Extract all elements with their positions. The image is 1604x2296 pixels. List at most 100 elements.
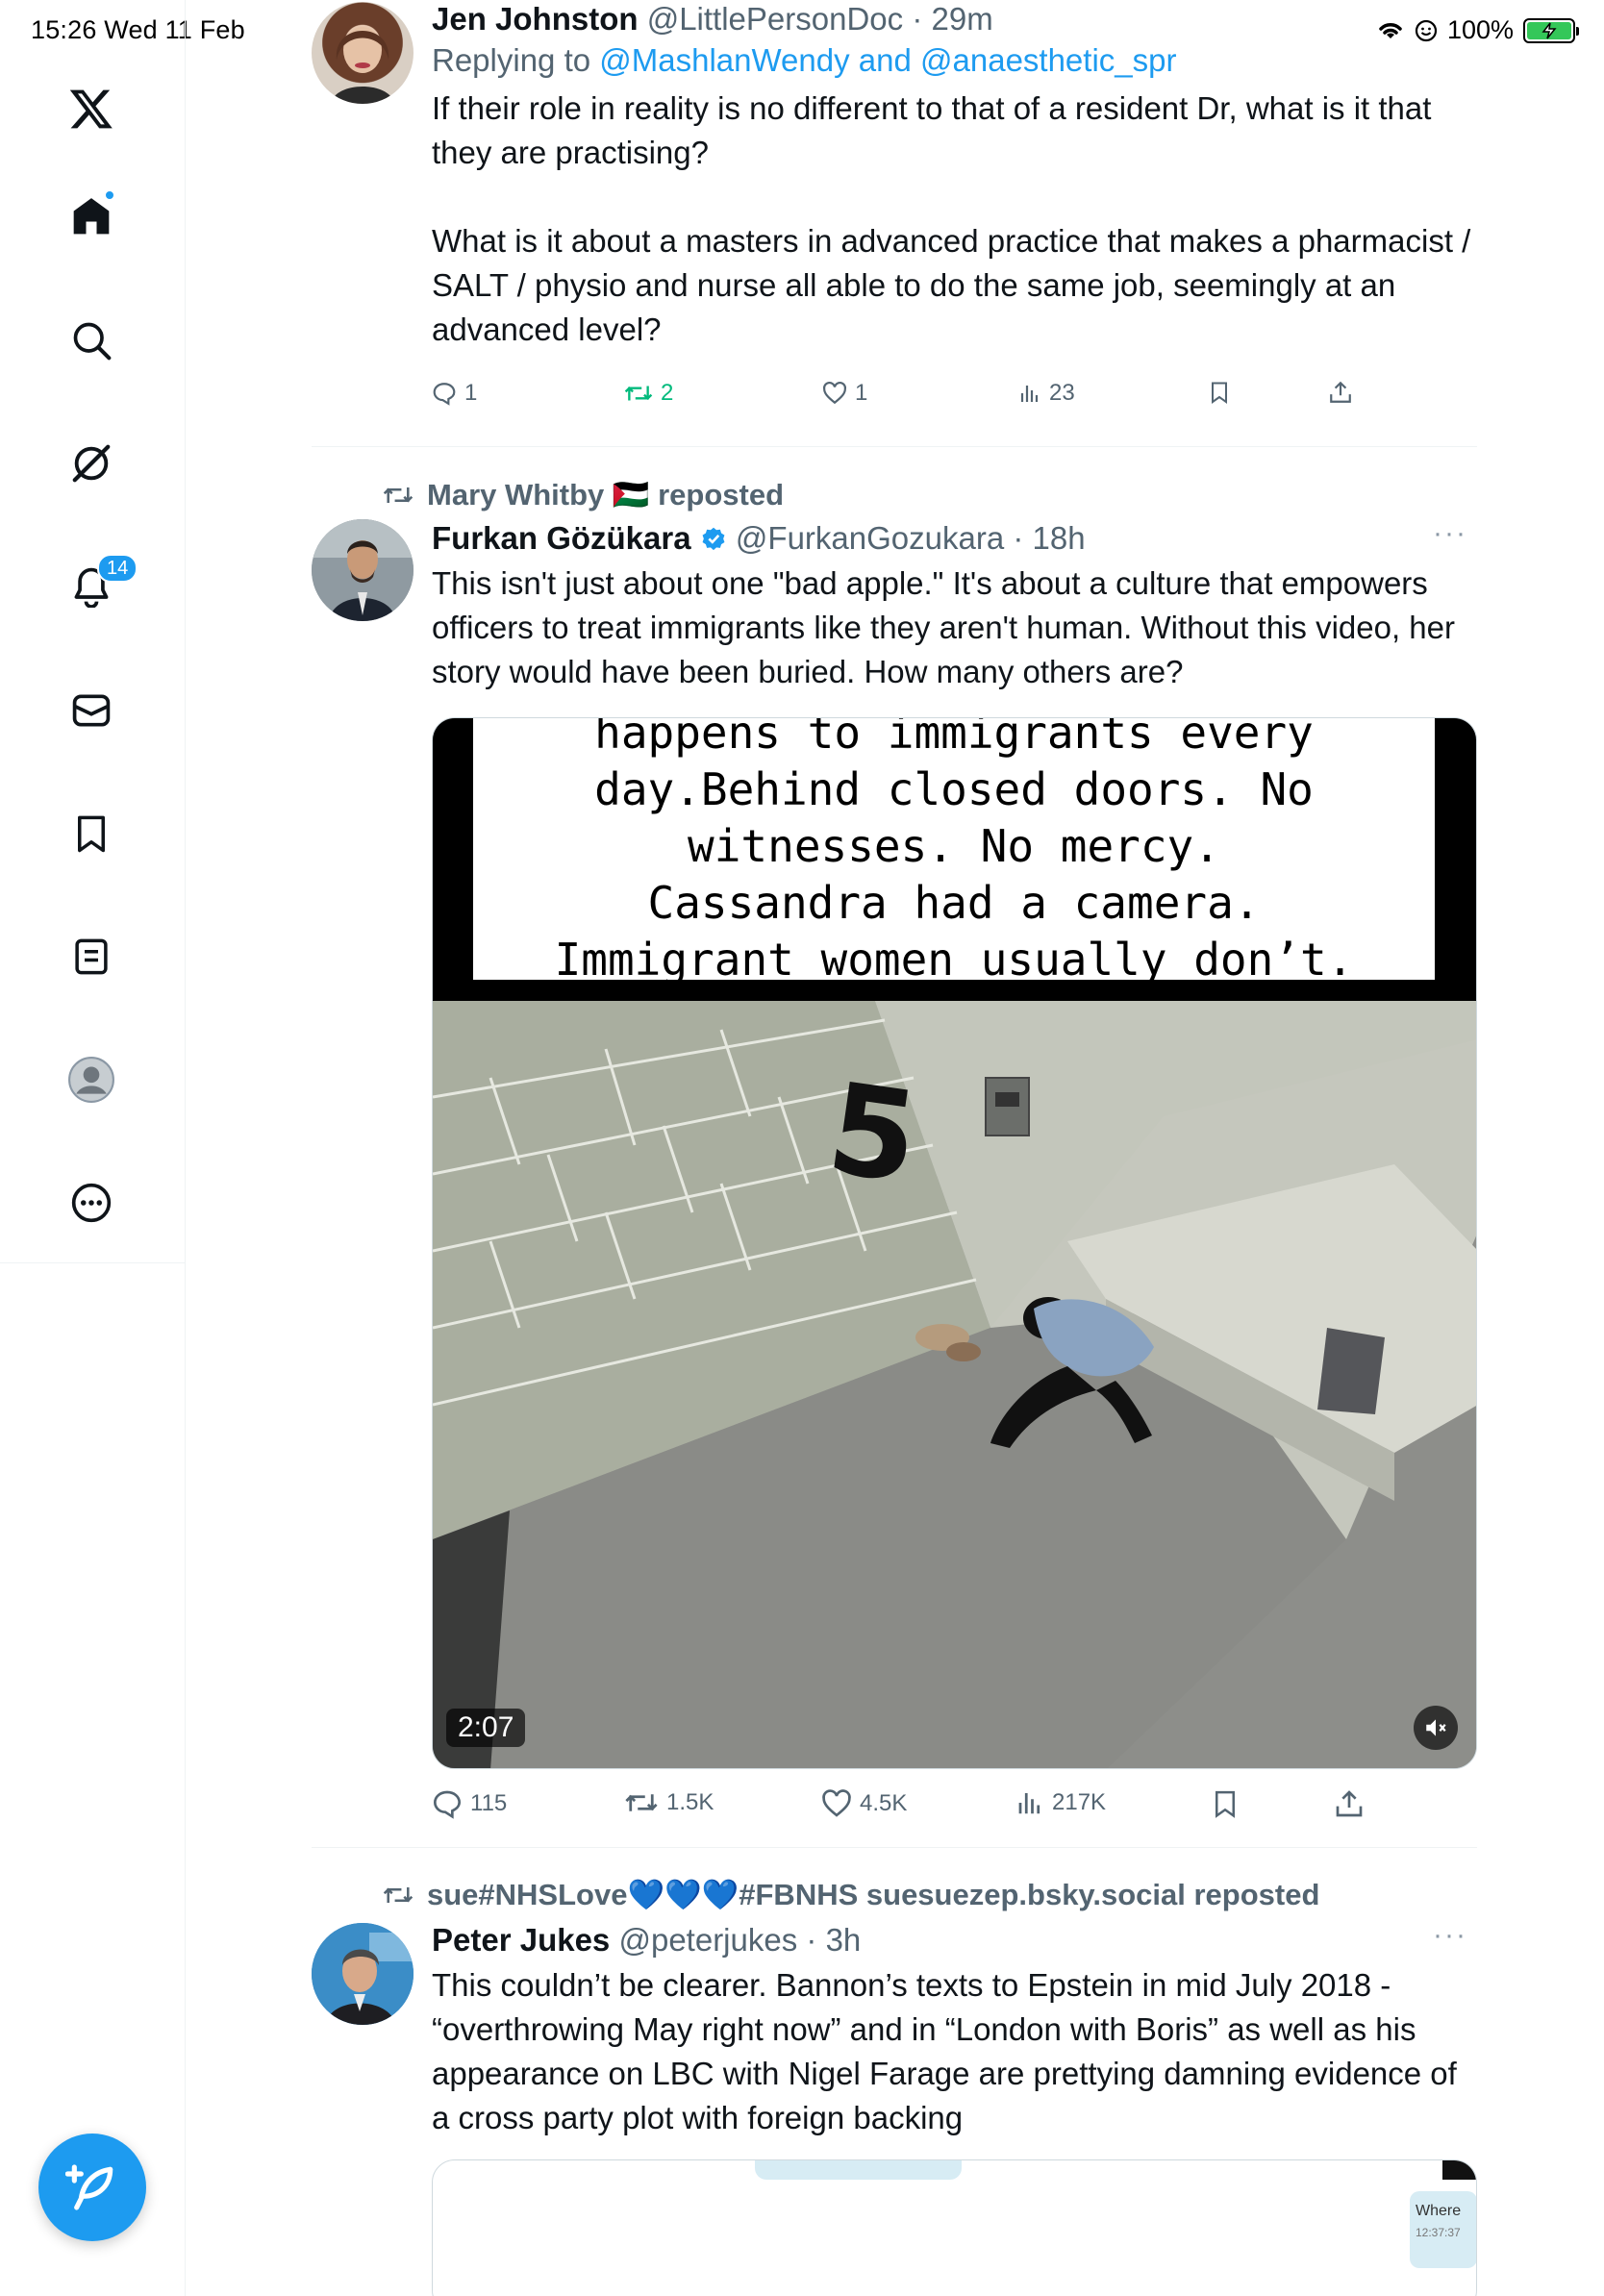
caption-line: witnesses. No mercy.	[688, 820, 1220, 872]
caption-line: day.Behind closed doors. No	[594, 763, 1314, 815]
tweet-header: Furkan Gözükara @FurkanGozukara · 18h	[432, 520, 1086, 556]
bookmarks-icon[interactable]	[53, 795, 130, 872]
like-button[interactable]: 1	[822, 380, 867, 407]
x-logo-icon[interactable]	[53, 70, 130, 147]
tweet-text: This isn't just about one "bad apple." I…	[432, 565, 1455, 689]
share-button[interactable]	[1334, 1788, 1365, 1819]
video-duration: 2:07	[446, 1709, 526, 1747]
divider	[312, 1847, 1477, 1848]
author-name[interactable]: Furkan Gözükara	[432, 520, 691, 556]
messages-icon[interactable]	[53, 672, 130, 749]
replying-to-prefix: Replying to	[432, 42, 600, 78]
repost-icon	[624, 386, 653, 401]
more-options-icon[interactable]: ···	[1433, 1919, 1467, 1952]
verified-badge-icon	[702, 527, 725, 551]
author-name[interactable]: Peter Jukes	[432, 1922, 610, 1958]
sidebar: 14	[0, 0, 186, 2296]
grok-icon[interactable]	[53, 425, 130, 502]
tweet-paragraph: If their role in reality is no different…	[432, 90, 1432, 170]
mute-button[interactable]	[1414, 1706, 1458, 1750]
home-icon[interactable]	[53, 178, 130, 255]
like-button[interactable]: 4.5K	[821, 1788, 907, 1819]
lists-icon[interactable]	[53, 918, 130, 995]
caption-line: Cassandra had a camera.	[647, 877, 1261, 929]
video-caption-area: happens to immigrants every day.Behind c…	[433, 717, 1476, 1001]
share-icon	[1330, 381, 1351, 403]
reply-count: 1	[464, 380, 478, 406]
reposted-by-label: sue#NHSLove💙💙💙#FBNHS suesuezep.bsky.soci…	[427, 1878, 1320, 1911]
reposted-by-label: Mary Whitby 🇵🇸 reposted	[427, 478, 785, 512]
speaker-muted-icon	[1426, 1719, 1446, 1736]
analytics-icon	[1018, 1793, 1040, 1814]
tweet-time: 18h	[1032, 520, 1086, 556]
views-button[interactable]: 217K	[1015, 1788, 1106, 1817]
heart-icon	[823, 381, 846, 405]
tweet-actions: 1 2 1 23	[432, 380, 1477, 418]
reply-button[interactable]: 115	[432, 1788, 507, 1819]
repost-count: 1.5K	[666, 1789, 714, 1815]
compose-post-button[interactable]	[38, 2134, 146, 2241]
tweet-jen-johnston[interactable]: Jen Johnston @LittlePersonDoc · 29m Repl…	[312, 0, 1477, 442]
divider	[312, 446, 1477, 447]
home-new-dot	[104, 189, 115, 201]
message-text: Where	[1416, 2203, 1462, 2219]
views-button[interactable]: 23	[1018, 380, 1075, 407]
repost-count: 2	[661, 380, 674, 406]
video-frame: 5	[433, 1001, 1476, 1768]
tweet-actions: 115 1.5K 4.5K 217K	[432, 1788, 1477, 1827]
tweet-paragraph: What is it about a masters in advanced p…	[432, 223, 1471, 347]
battery-icon	[1523, 17, 1579, 43]
tweet-time: 3h	[825, 1922, 862, 1958]
reply-button[interactable]: 1	[432, 380, 477, 407]
author-handle[interactable]: @FurkanGozukara	[736, 520, 1004, 556]
attached-image-card[interactable]: Where 12:37:37	[432, 2159, 1477, 2296]
tweet-time: 29m	[931, 1, 993, 37]
reply-icon	[433, 1790, 462, 1819]
avatar[interactable]	[312, 1923, 414, 2025]
message-time: 12:37:37	[1416, 2226, 1461, 2239]
bookmark-button[interactable]	[1211, 1788, 1240, 1819]
author-handle[interactable]: @LittlePersonDoc	[647, 1, 903, 37]
share-icon	[1336, 1790, 1363, 1817]
more-options-icon[interactable]	[53, 1164, 130, 1241]
reply-icon	[433, 383, 456, 406]
caption-line: Immigrant women usually don’t.	[554, 934, 1354, 986]
author-handle[interactable]: @peterjukes	[618, 1922, 797, 1958]
repost-button[interactable]: 2	[624, 380, 673, 407]
bookmark-icon	[1216, 1790, 1235, 1818]
caption-line: happens to immigrants every	[594, 717, 1314, 759]
search-icon[interactable]	[53, 302, 130, 379]
avatar[interactable]	[312, 519, 414, 621]
video-caption: happens to immigrants every day.Behind c…	[473, 717, 1435, 986]
tweet-text: This couldn’t be clearer. Bannon’s texts…	[432, 1967, 1457, 2135]
reposted-by[interactable]: Mary Whitby 🇵🇸 reposted	[383, 477, 784, 512]
like-count: 1	[855, 380, 868, 406]
analytics-icon	[1020, 386, 1039, 402]
like-count: 4.5K	[860, 1790, 908, 1816]
more-options-icon[interactable]: ···	[1433, 517, 1467, 550]
notifications-icon[interactable]: 14	[53, 548, 138, 625]
tweet-header: Jen Johnston @LittlePersonDoc · 29m	[432, 1, 993, 37]
share-button[interactable]	[1328, 380, 1353, 405]
repost-icon	[383, 487, 414, 503]
video-player[interactable]: happens to immigrants every day.Behind c…	[432, 717, 1477, 1769]
reply-count: 115	[470, 1790, 508, 1816]
view-count: 23	[1049, 380, 1075, 406]
profile-avatar-icon[interactable]	[53, 1041, 130, 1118]
view-count: 217K	[1052, 1789, 1107, 1815]
sidebar-divider	[0, 1262, 186, 1263]
repost-icon	[383, 1886, 414, 1903]
reply-mentions-link[interactable]: @MashlanWendy and @anaesthetic_spr	[599, 42, 1176, 78]
tweet-header: Peter Jukes @peterjukes · 3h	[432, 1922, 862, 1958]
author-name[interactable]: Jen Johnston	[432, 1, 639, 37]
notifications-badge: 14	[97, 554, 138, 583]
image-corner	[1442, 2160, 1476, 2180]
heart-icon	[822, 1789, 851, 1817]
avatar[interactable]	[312, 2, 414, 104]
reposted-by[interactable]: sue#NHSLove💙💙💙#FBNHS suesuezep.bsky.soci…	[383, 1877, 1319, 1912]
feather-plus-icon	[65, 2164, 113, 2210]
message-bubble: Where 12:37:37	[1410, 2191, 1476, 2268]
repost-button[interactable]: 1.5K	[624, 1788, 714, 1817]
bookmark-button[interactable]	[1208, 380, 1231, 405]
replying-to: Replying to @MashlanWendy and @anaesthet…	[432, 38, 1477, 83]
